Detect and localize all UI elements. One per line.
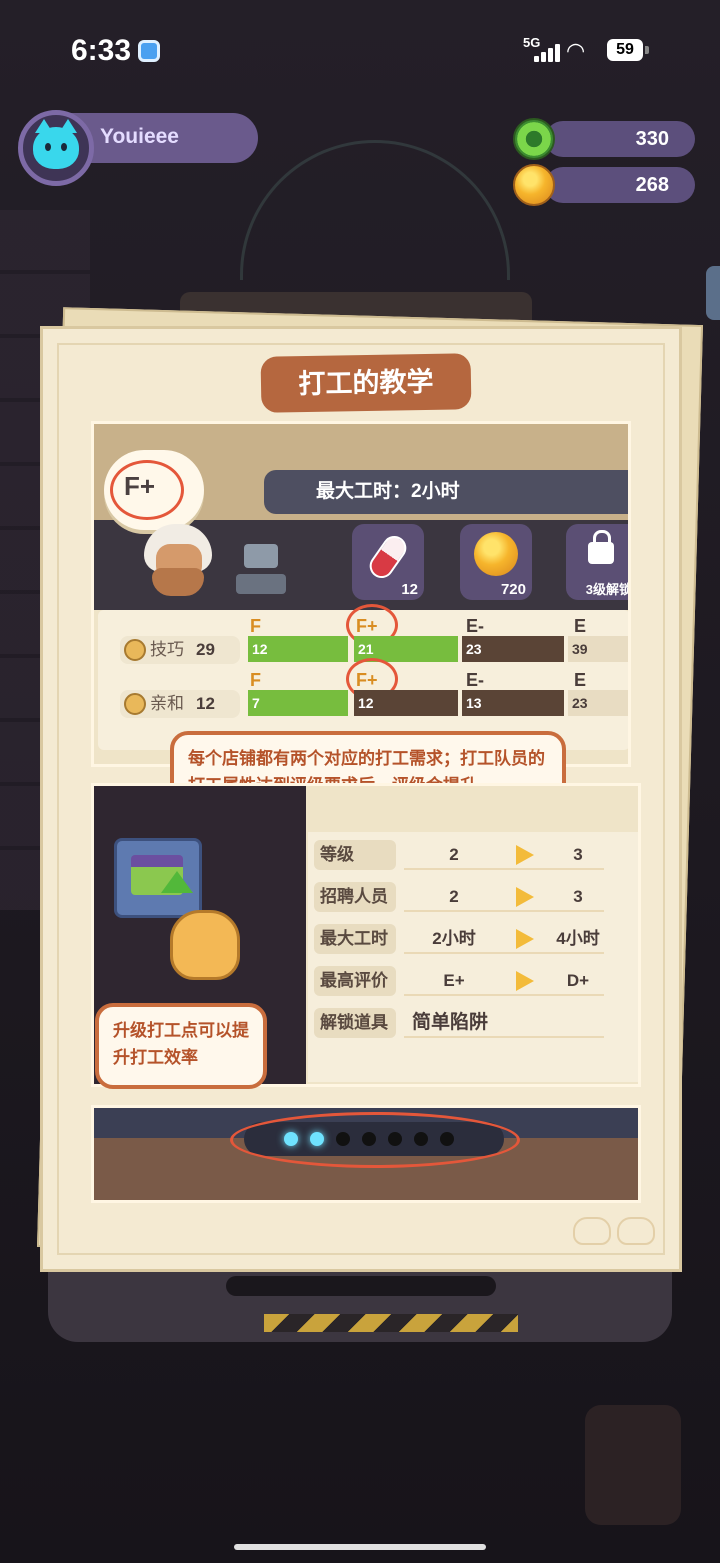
row-from: 2小时 [432, 929, 476, 948]
green-coin-icon [513, 118, 555, 160]
shop-rank: F+ [124, 471, 156, 501]
skill-bar-seg: 39 [568, 636, 628, 662]
lock-icon [588, 530, 614, 564]
grade-header: E- [466, 670, 484, 690]
planet-coin-icon [474, 532, 518, 576]
player-name: Youieee [100, 125, 179, 148]
hazard-stripes [264, 1314, 518, 1332]
row-to: 3 [573, 845, 583, 864]
max-hours-banner: 最大工时：2小时 [264, 470, 628, 514]
item-slot-potion: 12 [352, 524, 424, 600]
row-label: 最大工时 [314, 924, 396, 954]
battery-icon: 59 [607, 39, 643, 61]
neon-sign-decoration [240, 140, 510, 280]
green-currency-counter[interactable]: 330 [545, 121, 695, 157]
row-label: 等级 [314, 840, 396, 870]
tutorial-title: 打工的教学 [260, 353, 472, 413]
tutorial-panel-rank: F+ 最大工时：2小时 12 720 3级解锁 F F+ E- E 技巧 29 … [91, 421, 631, 767]
gold-currency-counter[interactable]: 268 [545, 167, 695, 203]
stat-skill: 技巧 29 [120, 636, 240, 664]
row-from: 2 [449, 887, 459, 906]
battery-tip [645, 46, 649, 54]
row-label: 招聘人员 [314, 882, 396, 912]
arrow-right-icon [516, 929, 534, 949]
item-slot-locked: 3级解锁 [566, 524, 631, 600]
row-to: D+ [566, 971, 590, 990]
phone-icon [585, 1405, 681, 1525]
console-base [48, 1262, 672, 1342]
status-bar: 6:33 5G ◠ 59 [0, 0, 720, 96]
upgrade-table: 等级 2 3 招聘人员 2 3 最大工时 2小时 4小时 最高评价 E+ D+ … [308, 832, 638, 1082]
signal-icon [530, 42, 560, 62]
affinity-bar-seg: 12 [354, 690, 458, 716]
stat-affinity: 亲和 12 [120, 690, 240, 718]
affinity-bar-seg: 13 [462, 690, 564, 716]
avatar[interactable] [18, 110, 94, 186]
tip-upgrade: 升级打工点可以提升打工效率 [95, 1003, 267, 1089]
tutorial-card: 打工的教学 F+ 最大工时：2小时 12 720 3级解锁 F F+ E- E … [40, 326, 682, 1272]
home-indicator[interactable] [234, 1544, 486, 1550]
grade-header: F [250, 670, 261, 690]
up-arrow-icon [161, 871, 193, 893]
skill-badge-icon [124, 639, 146, 661]
affinity-bar-seg: 23 [568, 690, 628, 716]
lock-label: 3级解锁 [585, 582, 631, 597]
row-to: 4小时 [556, 929, 600, 948]
grade-header: E [574, 670, 587, 690]
stats-table: F F+ E- E 技巧 29 12 21 23 39 F F+ E- E 亲和 [98, 604, 628, 750]
grade-header: E [574, 616, 587, 636]
affinity-badge-icon [124, 693, 146, 715]
pager-highlight-ring [230, 1112, 520, 1168]
arrow-right-icon [516, 845, 534, 865]
arrow-right-icon [516, 971, 534, 991]
wifi-icon: ◠ [566, 38, 586, 63]
hammer-icon [236, 544, 286, 600]
row-label: 最高评价 [314, 966, 396, 996]
row-to: 3 [573, 887, 583, 906]
clock: 6:33 [71, 34, 132, 67]
row-label: 解锁道具 [314, 1008, 396, 1038]
pointing-hand-icon [170, 910, 240, 980]
skill-bar-seg: 12 [248, 636, 348, 662]
upgrade-shop-icon [114, 838, 202, 918]
potion-icon [364, 531, 412, 583]
row-from: E+ [443, 971, 465, 990]
tutorial-panel-pager [91, 1105, 641, 1203]
gold-planet-coin-icon [513, 164, 555, 206]
cat-avatar-icon [33, 119, 79, 169]
cat-doodle-icon [573, 1209, 663, 1249]
row-from: 2 [449, 845, 459, 864]
item-slot-coin: 720 [460, 524, 532, 600]
unlock-item: 简单陷阱 [412, 1012, 489, 1033]
skill-bar-seg: 23 [462, 636, 564, 662]
affinity-bar-seg: 7 [248, 690, 348, 716]
item-count: 720 [500, 581, 526, 598]
worker-character [142, 524, 218, 604]
grade-header: E- [466, 616, 484, 636]
console-slot [226, 1276, 496, 1296]
arrow-right-icon [516, 887, 534, 907]
item-count: 12 [401, 581, 418, 598]
grade-header: F [250, 616, 261, 636]
side-share-tab[interactable] [706, 266, 720, 320]
app-notification-icon [138, 40, 160, 62]
